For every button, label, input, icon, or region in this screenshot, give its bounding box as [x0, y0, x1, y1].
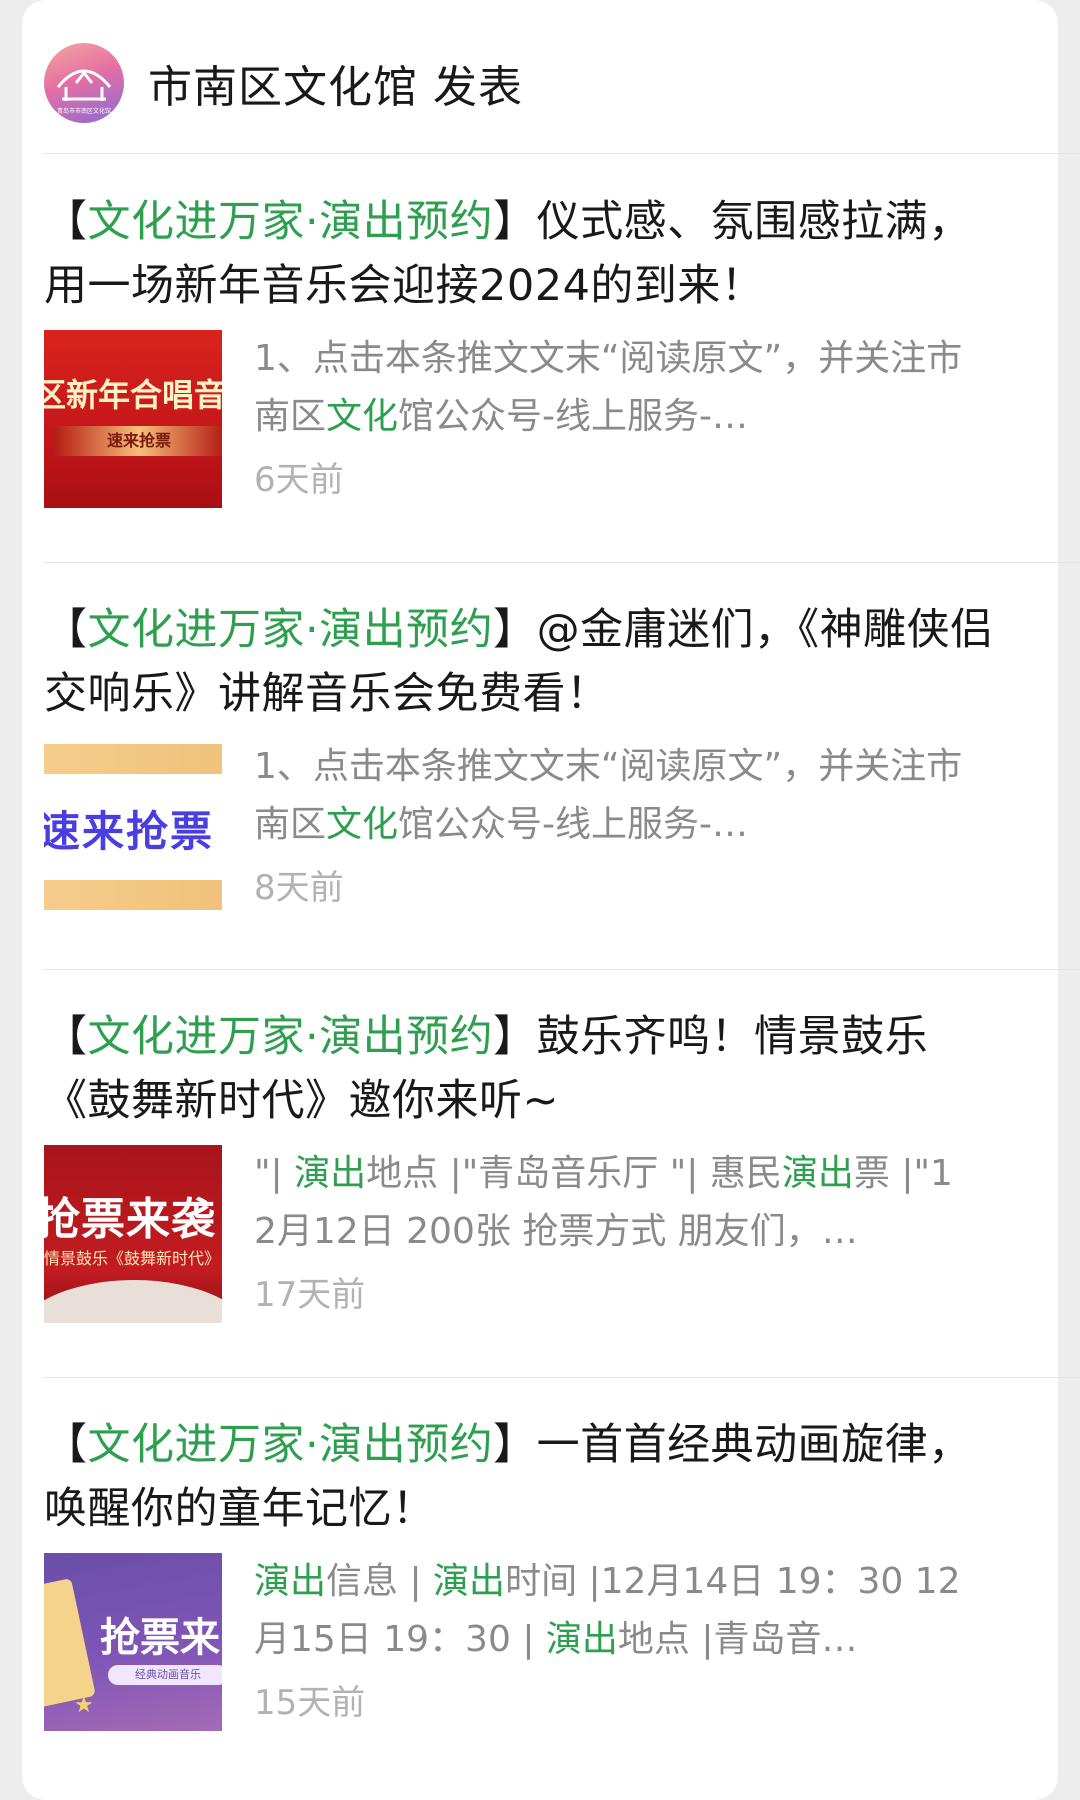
article-tag: 文化进万家·演出预约: [87, 197, 494, 247]
avatar-caption: 青岛市市南区文化馆: [57, 107, 111, 115]
article-item[interactable]: 【文化进万家·演出预约】仪式感、氛围感拉满，用一场新年音乐会迎接2024的到来！…: [44, 190, 1004, 508]
article-tag: 文化进万家·演出预约: [87, 1420, 494, 1470]
article-thumbnail[interactable]: 速来抢票: [44, 738, 222, 916]
thumbnail-badge: 速来抢票: [54, 426, 222, 456]
article-time: 15天前: [254, 1683, 366, 1723]
article-time: 6天前: [254, 460, 344, 500]
article-title[interactable]: 【文化进万家·演出预约】@金庸迷们，《神雕侠侣交响乐》讲解音乐会免费看！: [44, 598, 1004, 726]
divider: [44, 153, 1080, 154]
thumbnail-subtext: 经典动画音乐: [108, 1665, 222, 1685]
article-digest: 1、点击本条推文文末“阅读原文”，并关注市南区文化馆公众号-线上服务-…: [254, 338, 963, 437]
article-item[interactable]: 【文化进万家·演出预约】鼓乐齐鸣！情景鼓乐《鼓舞新时代》邀你来听~ 抢票来袭 情…: [44, 1005, 1004, 1323]
article-time: 8天前: [254, 868, 344, 908]
article-title[interactable]: 【文化进万家·演出预约】一首首经典动画旋律，唤醒你的童年记忆！: [44, 1413, 1004, 1541]
article-digest: 演出信息 | 演出时间 |12月14日 19：30 12月15日 19：30 |…: [254, 1561, 961, 1660]
divider: [44, 969, 1080, 970]
thumbnail-text: 抢票来: [100, 1615, 220, 1661]
account-avatar[interactable]: 青岛市市南区文化馆: [44, 43, 124, 123]
thumbnail-band: [44, 880, 222, 910]
thumbnail-subtext: 情景鼓乐《鼓舞新时代》: [44, 1249, 221, 1268]
article-thumbnail[interactable]: 抢票来袭 情景鼓乐《鼓舞新时代》: [44, 1145, 222, 1323]
article-tag: 文化进万家·演出预约: [87, 1012, 494, 1062]
article-thumbnail[interactable]: 区新年合唱音 速来抢票: [44, 330, 222, 508]
account-header[interactable]: 青岛市市南区文化馆 市南区文化馆 发表: [44, 42, 1024, 124]
culture-hall-logo-icon: 青岛市市南区文化馆: [56, 69, 112, 115]
divider: [44, 1377, 1080, 1378]
divider: [44, 562, 1080, 563]
article-thumbnail[interactable]: 抢票来 经典动画音乐 ★: [44, 1553, 222, 1731]
thumbnail-arc: [44, 1280, 222, 1323]
article-digest: 1、点击本条推文文末“阅读原文”，并关注市南区文化馆公众号-线上服务-…: [254, 746, 963, 845]
thumbnail-text: 抢票来袭: [44, 1194, 216, 1245]
article-title[interactable]: 【文化进万家·演出预约】仪式感、氛围感拉满，用一场新年音乐会迎接2024的到来！: [44, 190, 1004, 318]
star-icon: ★: [74, 1693, 94, 1718]
article-digest: "| 演出地点 |"青岛音乐厅 "| 惠民演出票 |"12月12日 200张 抢…: [254, 1153, 953, 1252]
article-time: 17天前: [254, 1275, 366, 1315]
thumbnail-text: 区新年合唱音: [44, 376, 222, 414]
thumbnail-band: [44, 744, 222, 774]
thumbnail-ticket: [44, 1578, 96, 1708]
thumbnail-text: 速来抢票: [44, 807, 215, 856]
account-name[interactable]: 市南区文化馆 发表: [148, 51, 523, 115]
article-item[interactable]: 【文化进万家·演出预约】@金庸迷们，《神雕侠侣交响乐》讲解音乐会免费看！ 速来抢…: [44, 598, 1004, 916]
article-item[interactable]: 【文化进万家·演出预约】一首首经典动画旋律，唤醒你的童年记忆！ 抢票来 经典动画…: [44, 1413, 1004, 1731]
article-tag: 文化进万家·演出预约: [87, 605, 494, 655]
article-title[interactable]: 【文化进万家·演出预约】鼓乐齐鸣！情景鼓乐《鼓舞新时代》邀你来听~: [44, 1005, 1004, 1133]
